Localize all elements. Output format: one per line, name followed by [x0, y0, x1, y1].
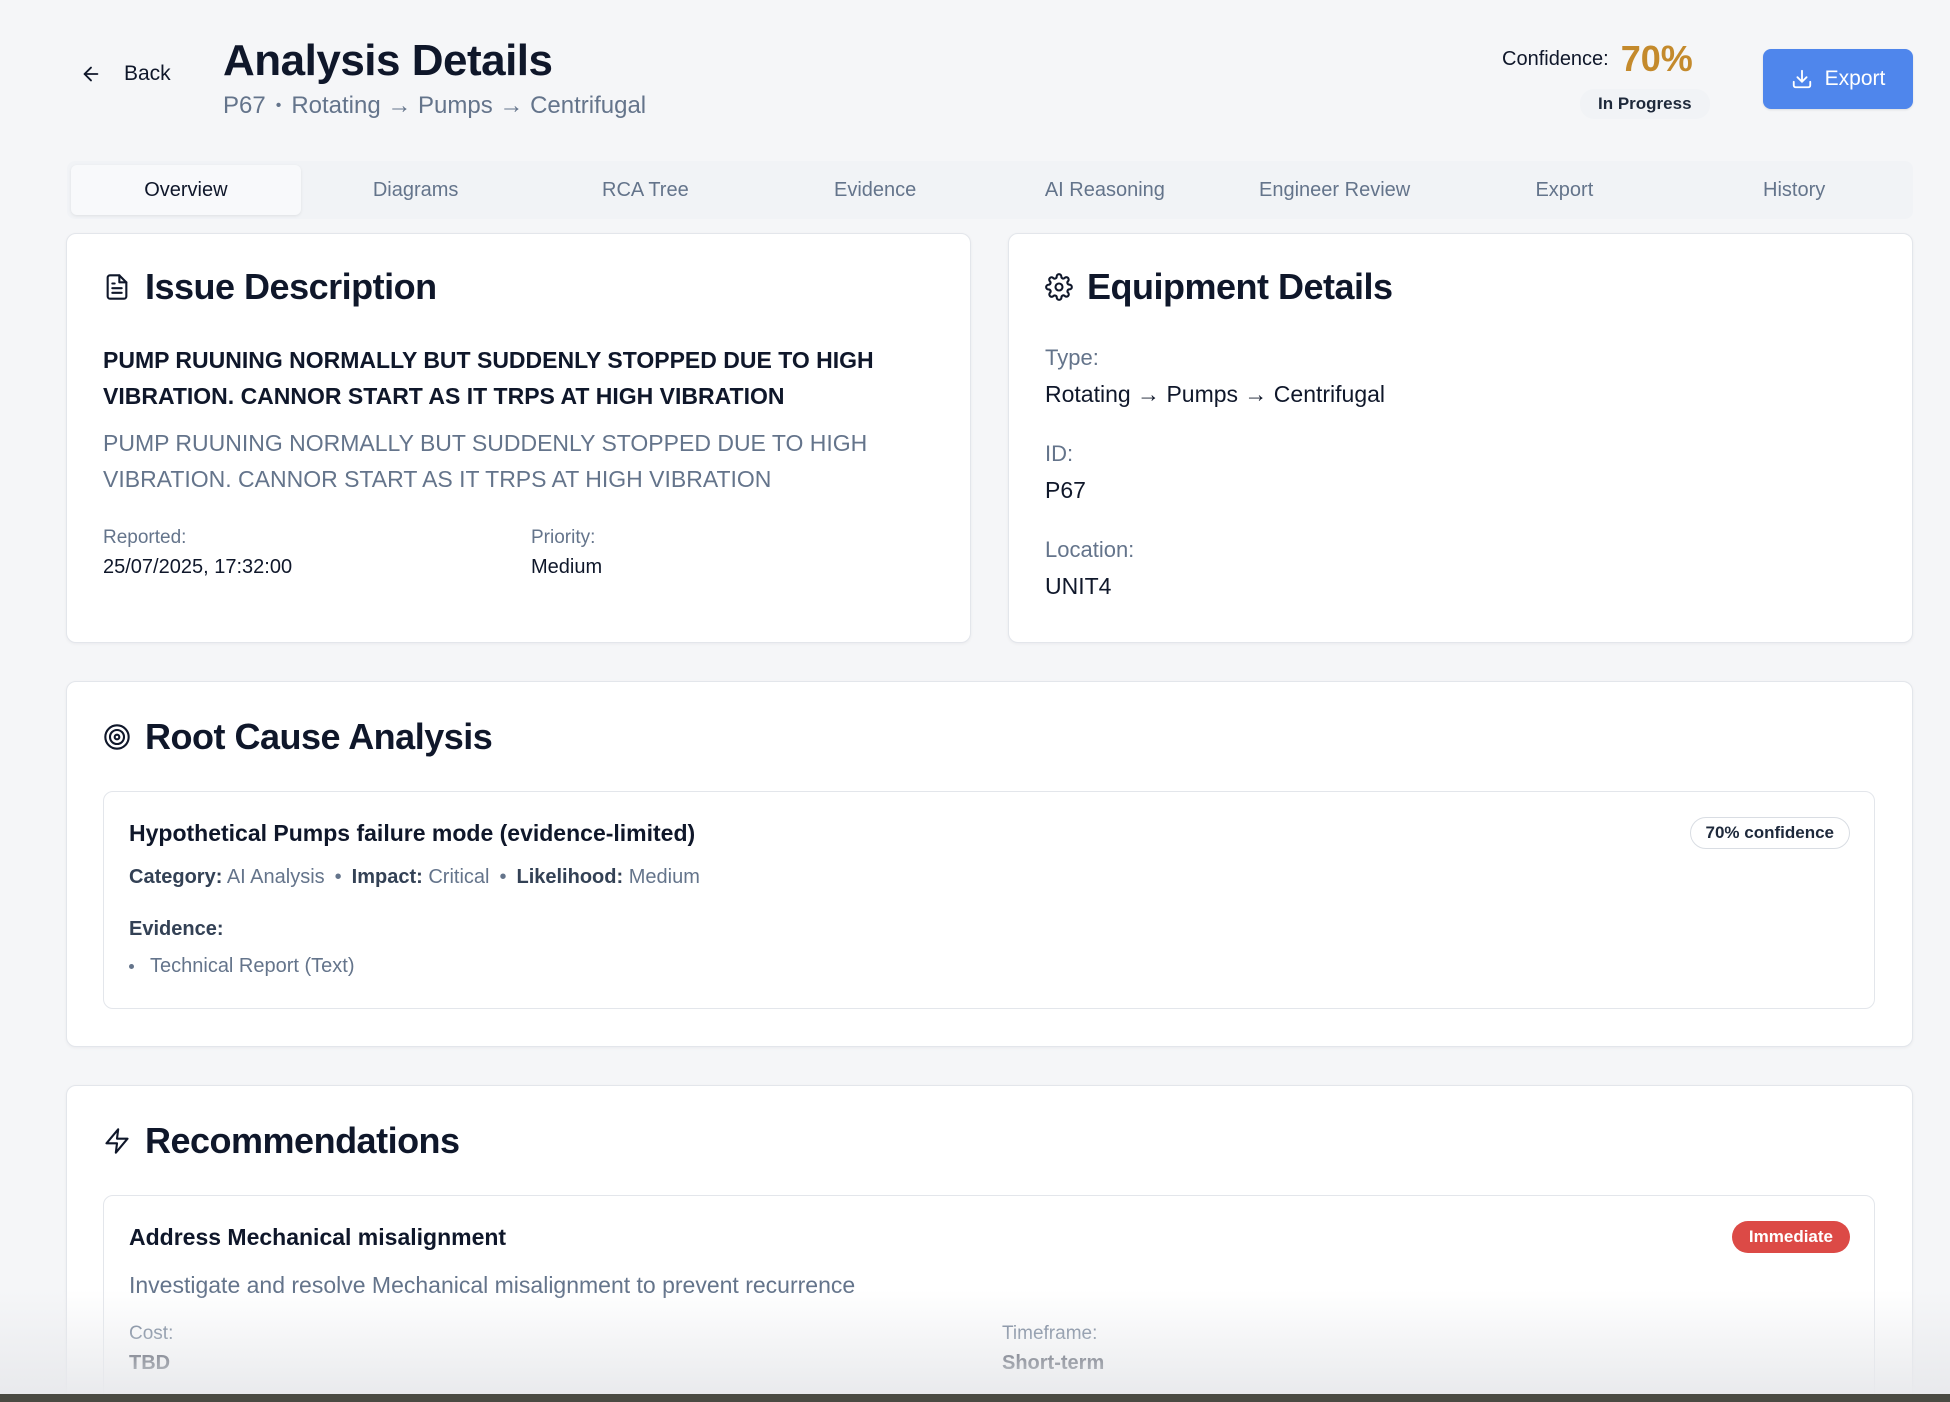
issue-card-title: Issue Description: [103, 266, 437, 308]
download-icon: [1792, 69, 1811, 89]
rca-card-title: Root Cause Analysis: [103, 716, 493, 758]
confidence-badge: 70% confidence: [1689, 817, 1850, 849]
issue-headline: PUMP RUUNING NORMALLY BUT SUDDENLY STOPP…: [103, 347, 874, 409]
document-icon: [106, 274, 128, 300]
meta-separator: •: [334, 866, 342, 888]
tab-engineer-review[interactable]: Engineer Review: [1220, 165, 1450, 215]
cost-label: Cost:: [129, 1323, 174, 1344]
priority-label: Priority:: [531, 527, 596, 548]
recommendation-title: Address Mechanical misalignment: [129, 1224, 507, 1250]
root-cause-analysis-card: Root Cause Analysis Hypothetical Pumps f…: [66, 681, 1913, 1047]
meta-separator: •: [499, 866, 507, 888]
likelihood-value: Medium: [628, 866, 700, 888]
timeframe-value: Short-term: [1002, 1352, 1105, 1374]
tab-bar: Overview Diagrams RCA Tree Evidence AI R…: [67, 161, 1913, 219]
target-icon: [104, 724, 130, 750]
recommendations-card-title: Recommendations: [103, 1120, 460, 1162]
reported-label: Reported:: [103, 527, 187, 548]
evidence-list-item: Technical Report (Text): [129, 955, 355, 978]
tab-overview[interactable]: Overview: [71, 165, 301, 215]
recommendations-title-text: Recommendations: [145, 1120, 460, 1161]
hypothesis-card[interactable]: Hypothetical Pumps failure mode (evidenc…: [103, 791, 1875, 1009]
category-label: Category:: [129, 866, 223, 888]
impact-field: Impact: Critical: [352, 866, 490, 889]
recommendation-item[interactable]: Address Mechanical misalignment Immediat…: [103, 1195, 1875, 1402]
reported-value: 25/07/2025, 17:32:00: [103, 556, 293, 578]
cost-value: TBD: [129, 1352, 171, 1374]
type-value: Rotating → Pumps → Centrifugal: [1045, 381, 1386, 407]
impact-value: Critical: [428, 866, 490, 888]
lightning-icon: [105, 1128, 129, 1154]
equipment-card-title: Equipment Details: [1045, 266, 1393, 308]
impact-label: Impact:: [351, 866, 423, 888]
window-bottom-edge: [0, 1394, 1950, 1402]
recommendation-description: Investigate and resolve Mechanical misal…: [129, 1272, 856, 1298]
tab-ai-reasoning[interactable]: AI Reasoning: [990, 165, 1220, 215]
location-label: Location:: [1045, 537, 1135, 562]
priority-value: Medium: [531, 556, 603, 578]
id-label: ID:: [1045, 441, 1074, 466]
page-title: Analysis Details: [223, 36, 553, 85]
issue-description-text: PUMP RUUNING NORMALLY BUT SUDDENLY STOPP…: [103, 430, 868, 492]
bullet-icon: [129, 964, 134, 969]
page-header: Back Analysis Details P67 • Rotating → P…: [0, 0, 1950, 150]
confidence-value: 70%: [1620, 38, 1693, 79]
arrow-left-icon: [83, 66, 99, 82]
timeframe-label: Timeframe:: [1002, 1323, 1098, 1344]
priority-badge: Immediate: [1731, 1221, 1850, 1253]
id-value: P67: [1045, 477, 1086, 503]
equipment-title-text: Equipment Details: [1087, 266, 1393, 307]
breadcrumb: P67 • Rotating → Pumps → Centrifugal: [223, 92, 646, 120]
type-label: Type:: [1045, 345, 1099, 370]
category-value: AI Analysis: [226, 866, 325, 888]
export-button[interactable]: Export: [1763, 49, 1913, 109]
hypothesis-title: Hypothetical Pumps failure mode (evidenc…: [129, 820, 696, 846]
tab-history[interactable]: History: [1679, 165, 1909, 215]
tab-export[interactable]: Export: [1450, 165, 1680, 215]
evidence-label: Evidence:: [129, 918, 224, 940]
likelihood-label: Likelihood:: [516, 866, 624, 888]
back-label: Back: [124, 62, 171, 85]
hypothesis-meta: Category: AI Analysis • Impact: Critical…: [129, 866, 700, 889]
confidence-label: Confidence:: [1502, 47, 1609, 70]
rca-title-text: Root Cause Analysis: [145, 716, 493, 757]
breadcrumb-separator: •: [275, 97, 282, 114]
location-value: UNIT4: [1045, 573, 1112, 599]
evidence-item-text: Technical Report (Text): [150, 955, 355, 977]
tab-diagrams[interactable]: Diagrams: [301, 165, 531, 215]
issue-title-text: Issue Description: [145, 266, 437, 307]
equipment-details-card: Equipment Details Type: Rotating → Pumps…: [1008, 233, 1913, 643]
gear-icon: [1045, 273, 1073, 301]
confidence-display: Confidence: 70%: [1502, 38, 1693, 80]
status-badge: In Progress: [1580, 89, 1710, 119]
tab-rca-tree[interactable]: RCA Tree: [531, 165, 761, 215]
back-button[interactable]: Back: [80, 62, 171, 86]
breadcrumb-equipment-path: Rotating → Pumps → Centrifugal: [291, 92, 647, 119]
issue-description-card: Issue Description PUMP RUUNING NORMALLY …: [66, 233, 971, 643]
tab-evidence[interactable]: Evidence: [760, 165, 990, 215]
category-field: Category: AI Analysis: [129, 866, 325, 889]
export-button-label: Export: [1824, 67, 1886, 90]
recommendations-card: Recommendations Address Mechanical misal…: [66, 1085, 1913, 1402]
breadcrumb-equipment-id: P67: [223, 92, 266, 119]
likelihood-field: Likelihood: Medium: [516, 866, 699, 889]
